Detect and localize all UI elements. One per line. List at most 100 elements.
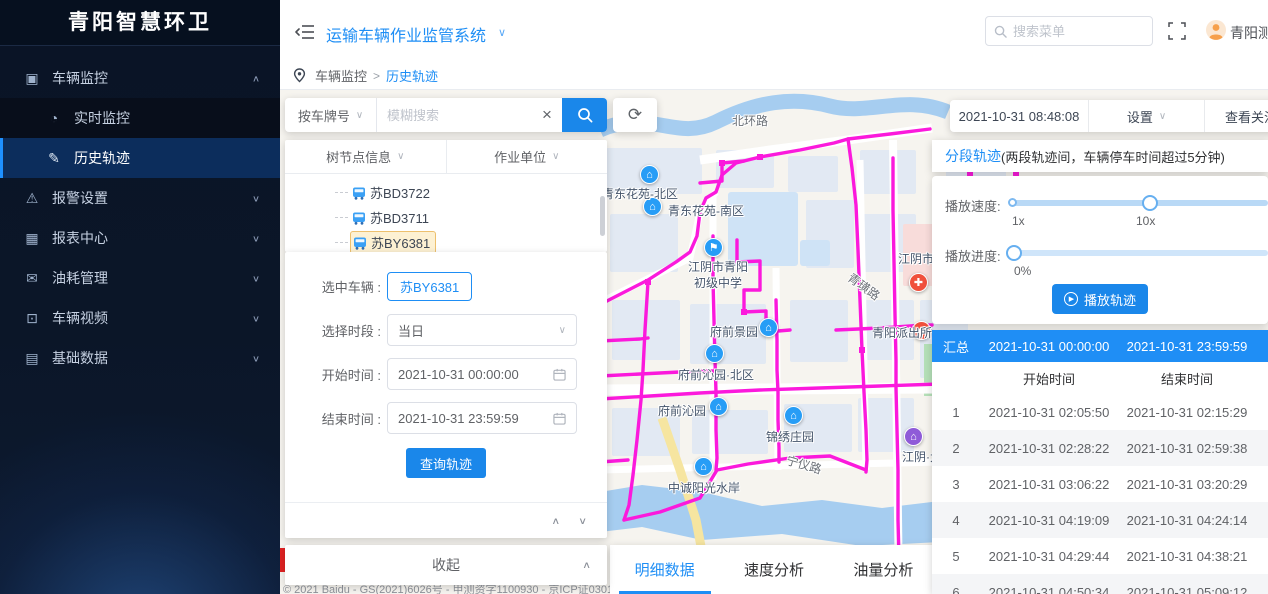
row-start-time: 2021-10-31 02:05:50 [980,405,1118,420]
tab-label: 明细数据 [635,559,695,580]
sidebar-item-report-center[interactable]: ▦ 报表中心 ∨ [0,218,280,258]
tree-item-vehicle[interactable]: 苏BD3722 [285,180,607,205]
poi-pin-fuqian-qinyuan[interactable]: ⌂ [709,397,728,416]
tab-tree-node-info[interactable]: 树节点信息 ∨ [285,140,446,173]
tab-work-unit[interactable]: 作业单位 ∨ [446,140,608,173]
chevron-down-icon: ∨ [559,325,566,336]
end-time-input[interactable]: 2021-10-31 23:59:59 [387,402,577,434]
table-row[interactable]: 4 2021-10-31 04:19:09 2021-10-31 04:24:1… [932,502,1268,538]
progress-slider[interactable] [1010,250,1268,256]
speed-min-label: 1x [1012,214,1025,228]
breadcrumb-current[interactable]: 历史轨迹 [386,66,438,85]
building-pin-icon: ⌂ [765,322,772,334]
poi-pin-school[interactable]: ⚑ [704,238,723,257]
sidebar-item-alarm-settings[interactable]: ⚠ 报警设置 ∨ [0,178,280,218]
row-end-time: 2021-10-31 02:15:29 [1118,405,1256,420]
period-value: 当日 [398,321,559,340]
map-label-fuqian-qinyuan-north: 府前沁园·北区 [678,366,754,383]
summary-start: 2021-10-31 00:00:00 [980,339,1118,354]
menu-search-input[interactable] [1013,24,1133,39]
sidebar: 青阳智慧环卫 ▣ 车辆监控 ∧ ◔ 实时监控 ✎ 历史轨迹 ⚠ 报警设置 ∨ ▦… [0,0,280,594]
row-start-time: 2021-10-31 03:06:22 [980,477,1118,492]
speed-slider[interactable] [1010,200,1268,206]
progress-value-label: 0% [1014,264,1031,278]
tree-item-vehicle-selected[interactable]: 苏BY6381 [285,230,607,252]
poi-pin-jinxiu[interactable]: ⌂ [784,406,803,425]
menu-search-box[interactable] [985,16,1153,46]
tab-label: 作业单位 [494,147,546,166]
fullscreen-icon[interactable] [1168,22,1186,40]
query-track-button[interactable]: 查询轨迹 [406,448,486,478]
tree-scrollbar[interactable] [600,196,605,236]
table-row[interactable]: 3 2021-10-31 03:06:22 2021-10-31 03:20:2… [932,466,1268,502]
poi-pin-fuqian-jingyuan[interactable]: ⌂ [759,318,778,337]
sidebar-item-fuel-management[interactable]: ✉ 油耗管理 ∨ [0,258,280,298]
scroll-down-icon[interactable]: ∨ [578,515,587,526]
poi-pin-theater[interactable]: ⌂ [904,427,923,446]
map-label-school-line2: 初级中学 [694,274,742,291]
realtime-monitor-icon: ◔ [46,110,62,126]
scroll-up-icon[interactable]: ∧ [551,515,560,526]
top-header: 运输车辆作业监管系统 ∨ 青阳测试 [280,0,1268,62]
chevron-down-icon: ∨ [252,273,260,283]
view-related-label: 查看关注 [1225,107,1268,126]
poi-pin-hospital[interactable]: ✚ [909,273,928,292]
table-row[interactable]: 5 2021-10-31 04:29:44 2021-10-31 04:38:2… [932,538,1268,574]
start-time-value: 2021-10-31 00:00:00 [398,367,553,382]
sidebar-item-vehicle-monitor[interactable]: ▣ 车辆监控 ∧ [0,58,280,98]
theater-pin-icon: ⌂ [910,431,917,443]
collapse-panel-bar[interactable]: 收起 ∧ [285,545,607,585]
map-label-zhongcheng: 中诚阳光水岸 [668,479,740,496]
settings-dropdown[interactable]: 设置 ∨ [1088,100,1204,132]
poi-pin-qingdong-north[interactable]: ⌂ [640,165,659,184]
plate-type-select[interactable]: 按车牌号 ∨ [285,98,377,132]
row-start-time: 2021-10-31 04:50:34 [980,585,1118,594]
fuzzy-search-input[interactable] [377,98,532,132]
sidebar-item-base-data[interactable]: ▤ 基础数据 ∨ [0,338,280,378]
playback-time-bar: 2021-10-31 08:48:08 设置 ∨ 查看关注 [950,100,1268,132]
analysis-tabs: 明细数据 速度分析 油量分析 [610,545,938,594]
bus-icon [353,236,367,250]
table-row[interactable]: 2 2021-10-31 02:28:22 2021-10-31 02:59:3… [932,430,1268,466]
progress-slider-handle[interactable] [1006,245,1022,261]
poi-pin-zhongcheng[interactable]: ⌂ [694,457,713,476]
start-time-input[interactable]: 2021-10-31 00:00:00 [387,358,577,390]
tab-fuel-analysis[interactable]: 油量分析 [829,545,938,594]
user-avatar[interactable] [1206,20,1226,40]
row-start-time: 2021-10-31 04:19:09 [980,513,1118,528]
clear-search-button[interactable]: × [532,98,562,132]
sidebar-item-realtime-monitor[interactable]: ◔ 实时监控 [0,98,280,138]
table-row[interactable]: 6 2021-10-31 04:50:34 2021-10-31 05:09:1… [932,574,1268,594]
chevron-down-icon: ∨ [1159,111,1166,122]
chevron-down-icon[interactable]: ∨ [498,26,506,39]
tab-speed-analysis[interactable]: 速度分析 [719,545,828,594]
view-related-button[interactable]: 查看关注 [1204,100,1268,132]
refresh-button[interactable]: ⟳ [613,98,657,132]
speed-slider-handle[interactable] [1142,195,1158,211]
row-start-time: 2021-10-31 02:28:22 [980,441,1118,456]
selected-vehicle-tag[interactable]: 苏BY6381 [387,272,472,301]
period-select[interactable]: 当日 ∨ [387,314,577,346]
poi-pin-fuqian-qinyuan-north[interactable]: ⌂ [705,344,724,363]
system-title[interactable]: 运输车辆作业监管系统 [326,22,486,46]
breadcrumb-section[interactable]: 车辆监控 [315,66,367,85]
username[interactable]: 青阳测试 [1230,23,1268,43]
tab-label: 树节点信息 [326,147,391,166]
report-center-icon: ▦ [24,230,40,247]
map-label-qingdong-north: 青东花苑-北区 [602,185,678,202]
start-time-label: 开始时间 : [285,365,381,384]
play-track-button[interactable]: ▶ 播放轨迹 [1052,284,1148,314]
chevron-up-icon: ∧ [252,73,260,83]
building-pin-icon: ⌂ [646,169,653,181]
row-index: 5 [932,549,980,564]
row-start-time: 2021-10-31 04:29:44 [980,549,1118,564]
tab-detail-data[interactable]: 明细数据 [610,545,719,594]
collapse-sidebar-icon[interactable] [295,24,315,40]
speed-slider-min-dot[interactable] [1008,198,1017,207]
sidebar-item-history-track[interactable]: ✎ 历史轨迹 [0,138,280,178]
search-button[interactable] [562,98,607,132]
table-row[interactable]: 1 2021-10-31 02:05:50 2021-10-31 02:15:2… [932,394,1268,430]
tree-item-vehicle[interactable]: 苏BD3711 [285,205,607,230]
fuel-management-icon: ✉ [24,270,40,287]
sidebar-item-vehicle-video[interactable]: ⊡ 车辆视频 ∨ [0,298,280,338]
